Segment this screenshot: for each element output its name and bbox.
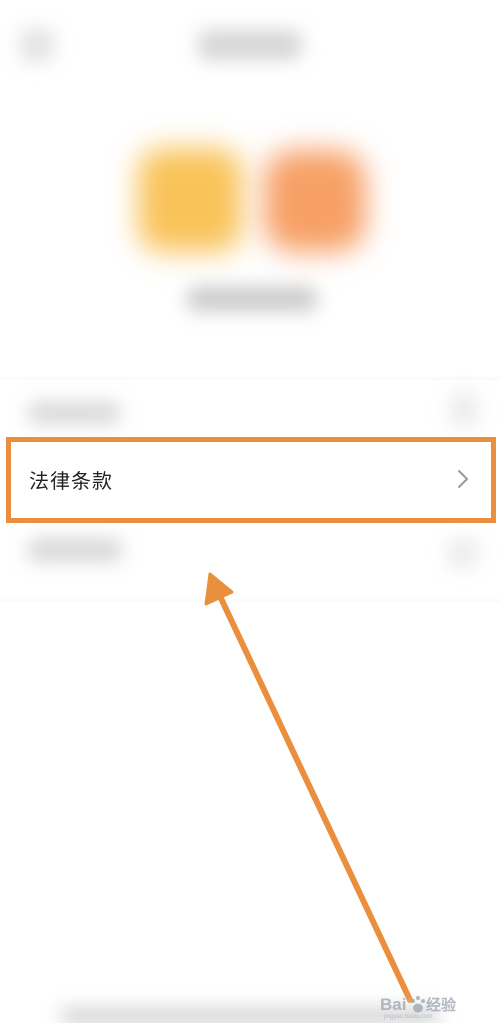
menu-item-legal-terms[interactable]: 法律条款 [12,443,485,515]
row-divider [0,600,500,601]
svg-text:Bai: Bai [380,995,406,1014]
app-logo-right [264,150,366,252]
svg-text:jingyan.baidu.com: jingyan.baidu.com [383,1014,432,1020]
page-title-obscured [198,30,302,60]
back-button[interactable] [20,28,54,62]
row-divider [0,378,500,379]
legal-terms-label: 法律条款 [29,468,113,493]
app-name-obscured [186,286,318,312]
app-logo-left [138,148,242,252]
chevron-right-icon [458,470,468,488]
menu-item-obscured-1[interactable] [28,402,120,424]
menu-item-obscured-2[interactable] [28,538,122,562]
chevron-right-icon [450,392,478,426]
chevron-right-icon [448,538,478,568]
svg-text:经验: 经验 [426,996,457,1014]
about-screen: 法律条款 Bai 经验 jingyan.baidu.com [0,0,500,1023]
baidu-jingyan-watermark-icon: Bai 经验 jingyan.baidu.com [380,995,457,1020]
